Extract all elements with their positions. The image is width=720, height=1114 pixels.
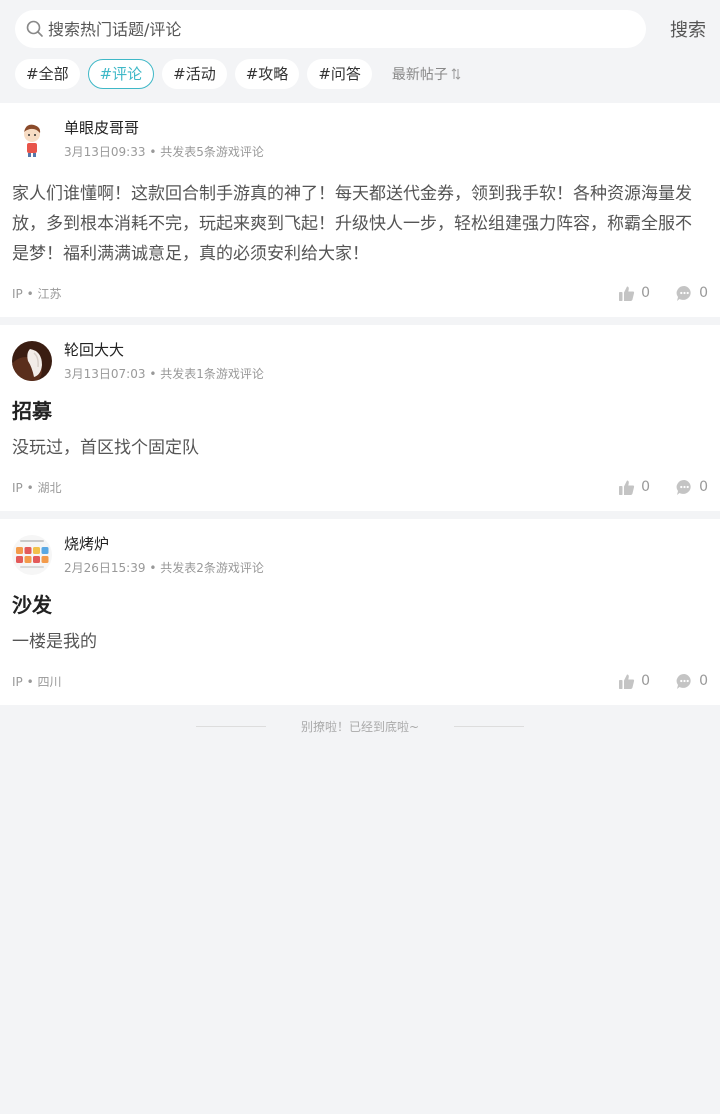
thumbs-up-icon [619,480,635,495]
avatar[interactable] [12,119,52,159]
post-meta: 轮回大大 3月13日07:03 • 共发表1条游戏评论 [64,339,264,389]
post-meta: 单眼皮哥哥 3月13日09:33 • 共发表5条游戏评论 [64,117,264,167]
thumbs-up-icon [619,674,635,689]
tab-all[interactable]: #全部 [15,59,80,89]
separator: • [26,286,34,301]
like-button[interactable]: 0 [618,479,650,496]
post-footer: IP • 湖北 0 0 [12,463,708,511]
post-subline: 3月13日07:03 • 共发表1条游戏评论 [64,366,264,382]
like-button[interactable]: 0 [618,285,650,302]
ip-location: IP • 四川 [12,673,592,690]
comment-bubble-icon [676,285,691,301]
review-count: 共发表2条游戏评论 [160,561,264,575]
username[interactable]: 轮回大大 [64,339,264,361]
post-date: 2月26日15:39 [64,561,146,575]
post-card[interactable]: 轮回大大 3月13日07:03 • 共发表1条游戏评论 招募 没玩过，首区找个固… [0,325,720,511]
avatar[interactable] [12,341,52,381]
search-input[interactable] [48,19,608,39]
comment-count: 0 [699,479,708,495]
username[interactable]: 单眼皮哥哥 [64,117,264,139]
comment-button[interactable]: 0 [676,673,708,690]
comment-bubble-icon [676,479,691,495]
comment-button[interactable]: 0 [676,479,708,496]
avatar-photo-icon [12,341,52,381]
post-subline: 2月26日15:39 • 共发表2条游戏评论 [64,560,264,576]
post-meta: 烧烤炉 2月26日15:39 • 共发表2条游戏评论 [64,533,264,583]
separator: • [149,561,157,575]
end-of-list: 别撩啦！已经到底啦~ [0,713,720,739]
post-content: 一楼是我的 [12,632,97,652]
post-footer: IP • 江苏 0 0 [12,269,708,317]
ip-region: 湖北 [37,480,62,495]
post-date: 3月13日09:33 [64,145,146,159]
review-count: 共发表5条游戏评论 [160,145,264,159]
post-feed: 单眼皮哥哥 3月13日09:33 • 共发表5条游戏评论 家人们谁懂啊！这款回合… [0,103,720,705]
sort-label: 最新帖子 [391,67,448,83]
sort-button[interactable]: 最新帖子 [392,64,461,84]
ip-label: IP [12,286,23,301]
post-subline: 3月13日09:33 • 共发表5条游戏评论 [64,144,264,160]
like-button[interactable]: 0 [618,673,650,690]
divider [454,725,525,727]
thumbs-up-icon [619,286,635,301]
separator: • [26,674,34,689]
topic-tabs: #全部 #评论 #活动 #攻略 #问答 最新帖子 [0,59,720,89]
separator: • [149,367,157,381]
post-content: 家人们谁懂啊！这款回合制手游真的神了！每天都送代金券，领到我手软！各种资源海量发… [12,184,692,264]
post-title[interactable]: 招募 [12,397,708,425]
separator: • [149,145,157,159]
search-icon [26,20,43,37]
ip-region: 四川 [37,674,62,689]
avatar[interactable] [12,535,52,575]
review-count: 共发表1条游戏评论 [160,367,264,381]
comment-count: 0 [699,285,708,301]
ip-label: IP [12,674,23,689]
post-title[interactable]: 沙发 [12,591,708,619]
avatar-app-grid-icon [12,535,52,575]
search-box[interactable] [15,10,646,48]
post-content: 没玩过，首区找个固定队 [12,438,199,458]
tab-events[interactable]: #活动 [162,59,227,89]
top-bar: 搜索 #全部 #评论 #活动 #攻略 #问答 最新帖子 [0,0,720,89]
comment-count: 0 [699,673,708,689]
like-count: 0 [641,479,651,495]
ip-location: IP • 江苏 [12,285,592,302]
like-count: 0 [641,285,651,301]
username[interactable]: 烧烤炉 [64,533,264,555]
post-card[interactable]: 单眼皮哥哥 3月13日09:33 • 共发表5条游戏评论 家人们谁懂啊！这款回合… [0,103,720,317]
sort-arrows-icon [451,68,461,80]
like-count: 0 [641,673,651,689]
comment-button[interactable]: 0 [676,285,708,302]
avatar-cartoon-icon [12,119,52,159]
tab-qa[interactable]: #问答 [307,59,372,89]
end-of-list-text: 别撩啦！已经到底啦~ [300,719,420,734]
ip-region: 江苏 [37,286,62,301]
post-header: 烧烤炉 2月26日15:39 • 共发表2条游戏评论 [12,519,708,583]
post-footer: IP • 四川 0 0 [12,657,708,705]
search-button[interactable]: 搜索 [654,16,706,42]
post-card[interactable]: 烧烤炉 2月26日15:39 • 共发表2条游戏评论 沙发 一楼是我的 IP •… [0,519,720,705]
separator: • [26,480,34,495]
post-header: 轮回大大 3月13日07:03 • 共发表1条游戏评论 [12,325,708,389]
ip-label: IP [12,480,23,495]
divider [195,725,266,727]
tab-guides[interactable]: #攻略 [234,59,300,89]
ip-location: IP • 湖北 [12,479,592,496]
post-date: 3月13日07:03 [64,367,146,381]
search-row: 搜索 [0,10,720,48]
post-header: 单眼皮哥哥 3月13日09:33 • 共发表5条游戏评论 [12,103,708,167]
tab-comments[interactable]: #评论 [87,59,155,89]
comment-bubble-icon [676,673,691,689]
